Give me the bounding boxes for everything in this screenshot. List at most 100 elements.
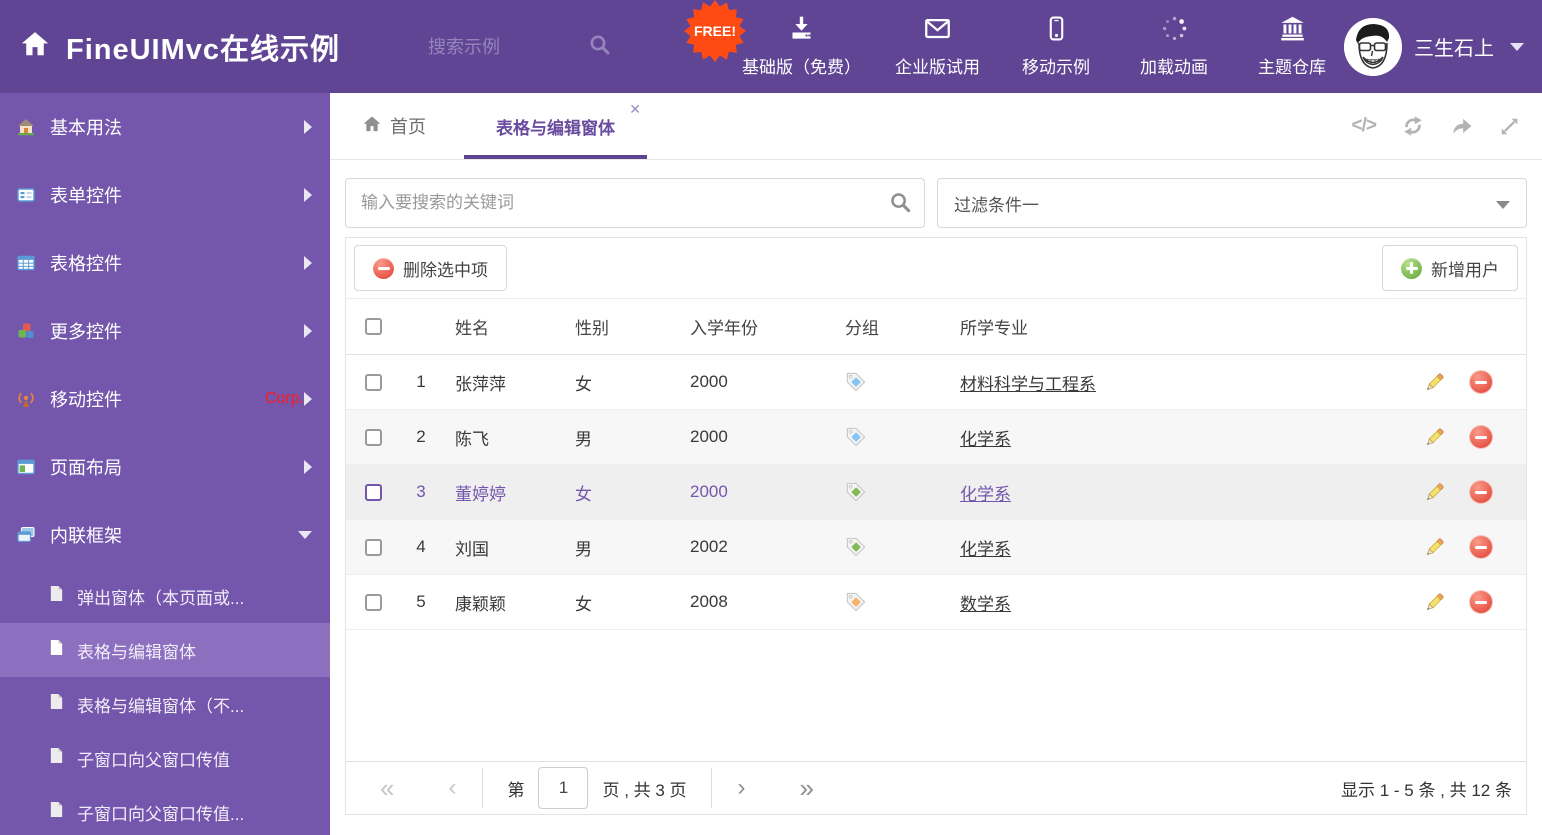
sidebar-subitem-popup-window[interactable]: 弹出窗体（本页面或... <box>0 569 330 623</box>
chevron-right-icon <box>304 256 312 270</box>
table-row[interactable]: 4 刘国 男 2002 化学系 <box>346 520 1526 575</box>
row-checkbox[interactable] <box>365 538 382 556</box>
user-menu[interactable]: 三生石上 <box>1344 0 1524 93</box>
table-header: 姓名 性别 入学年份 分组 所学专业 <box>346 299 1526 355</box>
envelope-icon <box>923 15 952 47</box>
major-link[interactable]: 材料科学与工程系 <box>960 370 1096 395</box>
col-header-gender[interactable]: 性别 <box>561 314 676 339</box>
frames-icon <box>15 526 37 544</box>
home-icon[interactable] <box>20 29 50 64</box>
select-all-checkbox[interactable] <box>365 318 382 335</box>
cell-name: 张萍萍 <box>455 374 506 394</box>
grid-panel: 删除选中项 新增用户 姓名 性别 入学年份 分组 所学专业 1 张萍萍 女 20… <box>345 237 1527 815</box>
page-number-input[interactable] <box>538 767 589 809</box>
major-link[interactable]: 数学系 <box>960 590 1011 615</box>
row-checkbox[interactable] <box>365 593 382 611</box>
next-page-button[interactable]: › <box>726 776 758 800</box>
sidebar-item-grid-controls[interactable]: 表格控件 <box>0 229 330 297</box>
nav-item-basic-edition[interactable]: 基础版（免费） <box>742 15 861 78</box>
tab-grid-edit-window[interactable]: 表格与编辑窗体 ✕ <box>464 93 647 159</box>
sidebar-item-basic-usage[interactable]: 基本用法 <box>0 93 330 161</box>
sidebar-subitem-child-to-parent-2[interactable]: 子窗口向父窗口传值... <box>0 785 330 835</box>
corp-badge: Corp. <box>264 390 304 407</box>
sidebar-item-form-controls[interactable]: 表单控件 <box>0 161 330 229</box>
grid-toolbar: 删除选中项 新增用户 <box>346 238 1526 299</box>
col-header-name[interactable]: 姓名 <box>441 314 561 339</box>
table-row[interactable]: 5 康颖颖 女 2008 数学系 <box>346 575 1526 630</box>
filter-dropdown-value: 过滤条件一 <box>954 195 1039 215</box>
nav-item-theme-repo[interactable]: 主题仓库 <box>1250 15 1334 78</box>
home-icon <box>362 114 382 139</box>
close-icon[interactable]: ✕ <box>629 101 641 118</box>
sidebar-subitem-grid-edit-window[interactable]: 表格与编辑窗体 <box>0 623 330 677</box>
keyword-search[interactable] <box>345 178 925 228</box>
major-link[interactable]: 化学系 <box>960 425 1011 450</box>
row-number: 1 <box>416 372 426 391</box>
refresh-icon[interactable] <box>1402 115 1424 137</box>
nav-label: 基础版（免费） <box>742 58 861 77</box>
document-icon <box>48 693 65 715</box>
open-in-new-icon[interactable] <box>1450 115 1473 137</box>
expand-icon[interactable] <box>1499 116 1520 137</box>
keyword-search-input[interactable] <box>345 178 925 228</box>
table-row[interactable]: 3 董婷婷 女 2000 化学系 <box>346 465 1526 520</box>
sidebar-item-mobile-controls[interactable]: 移动控件 Corp. <box>0 365 330 433</box>
chevron-right-icon <box>304 120 312 134</box>
avatar[interactable] <box>1344 17 1402 76</box>
nav-label: 加载动画 <box>1140 58 1208 77</box>
delete-icon[interactable] <box>1470 371 1492 393</box>
last-page-button[interactable]: » <box>788 775 826 801</box>
edit-icon[interactable] <box>1423 426 1446 449</box>
filter-dropdown[interactable]: 过滤条件一 <box>937 178 1527 228</box>
prev-page-button[interactable]: ‹ <box>436 776 468 800</box>
search-icon[interactable] <box>588 33 612 62</box>
first-page-button[interactable]: « <box>368 775 406 801</box>
source-code-icon[interactable]: </> <box>1352 115 1378 137</box>
cell-year: 2002 <box>690 537 728 556</box>
col-header-major[interactable]: 所学专业 <box>946 314 1389 339</box>
tag-icon <box>846 427 866 447</box>
sidebar-item-iframe[interactable]: 内联框架 <box>0 501 330 569</box>
document-icon <box>48 747 65 769</box>
tag-icon <box>846 592 866 612</box>
delete-icon[interactable] <box>1470 591 1492 613</box>
major-link[interactable]: 化学系 <box>960 535 1011 560</box>
col-header-group[interactable]: 分组 <box>831 314 946 339</box>
bank-icon <box>1278 15 1307 47</box>
nav-item-enterprise-trial[interactable]: 企业版试用 <box>895 15 980 78</box>
cubes-icon <box>15 322 37 340</box>
add-user-button[interactable]: 新增用户 <box>1382 245 1518 291</box>
col-header-year[interactable]: 入学年份 <box>676 314 831 339</box>
edit-icon[interactable] <box>1423 481 1446 504</box>
row-checkbox[interactable] <box>365 373 382 391</box>
nav-item-loading-animation[interactable]: 加载动画 <box>1132 15 1216 78</box>
sidebar-subitem-grid-edit-window-2[interactable]: 表格与编辑窗体（不... <box>0 677 330 731</box>
delete-icon[interactable] <box>1470 426 1492 448</box>
edit-icon[interactable] <box>1423 536 1446 559</box>
row-number: 5 <box>416 592 426 611</box>
sidebar: 基本用法 表单控件 表格控件 更多控件 移动控件 Corp. 页面布局 内联框架… <box>0 93 330 835</box>
nav-item-mobile-demo[interactable]: 移动示例 <box>1014 15 1098 78</box>
phone-icon <box>1044 15 1069 47</box>
table-row[interactable]: 2 陈飞 男 2000 化学系 <box>346 410 1526 465</box>
delete-selected-button[interactable]: 删除选中项 <box>354 245 507 291</box>
sidebar-item-page-layout[interactable]: 页面布局 <box>0 433 330 501</box>
edit-icon[interactable] <box>1423 371 1446 394</box>
tab-home[interactable]: 首页 <box>342 93 446 159</box>
plus-circle-icon <box>1401 257 1422 279</box>
delete-icon[interactable] <box>1470 536 1492 558</box>
header-search[interactable] <box>428 28 628 66</box>
header-search-input[interactable] <box>428 36 588 58</box>
chevron-right-icon <box>304 460 312 474</box>
edit-icon[interactable] <box>1423 591 1446 614</box>
form-icon <box>15 186 37 204</box>
row-checkbox[interactable] <box>365 483 382 501</box>
row-checkbox[interactable] <box>365 428 382 446</box>
major-link[interactable]: 化学系 <box>960 480 1011 505</box>
cell-year: 2000 <box>690 427 728 446</box>
search-icon[interactable] <box>889 191 912 219</box>
delete-icon[interactable] <box>1470 481 1492 503</box>
table-row[interactable]: 1 张萍萍 女 2000 材料科学与工程系 <box>346 355 1526 410</box>
sidebar-item-more-controls[interactable]: 更多控件 <box>0 297 330 365</box>
sidebar-subitem-child-to-parent[interactable]: 子窗口向父窗口传值 <box>0 731 330 785</box>
